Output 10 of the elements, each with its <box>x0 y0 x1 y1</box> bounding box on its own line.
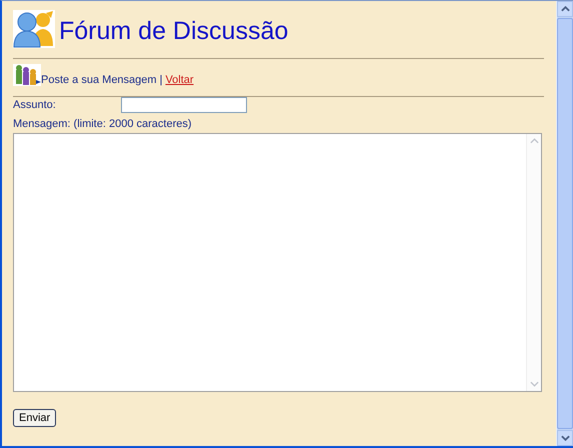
people-icon <box>13 64 41 86</box>
back-link[interactable]: Voltar <box>165 74 194 86</box>
post-message-text: Poste a sua Mensagem <box>41 74 157 86</box>
message-label: Mensagem: (limite: 2000 caracteres) <box>13 118 192 130</box>
subject-field[interactable] <box>121 97 247 113</box>
subject-label: Assunto: <box>13 99 57 111</box>
separator: | <box>160 74 162 86</box>
users-icon <box>13 10 55 48</box>
submit-button[interactable]: Enviar <box>13 409 56 427</box>
page-title: Fórum de Discussão <box>59 19 288 44</box>
